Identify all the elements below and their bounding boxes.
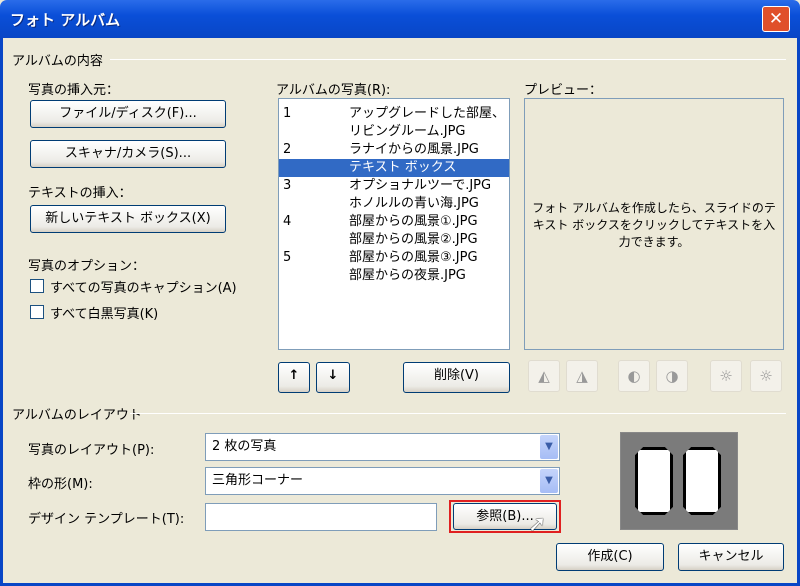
photo-name: テキスト ボックス: [349, 160, 457, 175]
move-down-button[interactable]: ↓: [316, 362, 350, 393]
rotate-right-icon[interactable]: ◮: [566, 360, 598, 392]
contrast-up-icon[interactable]: ◐: [618, 360, 650, 392]
thumbnail-frame: [635, 447, 673, 515]
brightness-up-icon[interactable]: ☼: [710, 360, 742, 392]
brightness-down-icon[interactable]: ☼: [750, 360, 782, 392]
frame-shape-select[interactable]: 三角形コーナー ▼: [205, 467, 560, 495]
photo-list-item[interactable]: リビングルーム.JPG: [279, 123, 509, 141]
album-photos-label: アルバムの写真(R):: [276, 83, 391, 98]
chevron-down-icon[interactable]: ▼: [540, 435, 558, 459]
layout-thumbnail: [620, 432, 738, 530]
insert-text-label: テキストの挿入：: [28, 186, 132, 201]
photo-options-label: 写真のオプション：: [28, 259, 146, 274]
photo-name: 部屋からの風景③.JPG: [349, 250, 478, 265]
close-button[interactable]: ✕: [762, 6, 790, 32]
design-template-label: デザイン テンプレート(T):: [28, 512, 185, 527]
photo-number: 4: [283, 214, 292, 229]
scanner-camera-button[interactable]: スキャナ/カメラ(S)...: [30, 140, 226, 168]
photo-number: 5: [283, 250, 292, 265]
photo-list-item[interactable]: 3 オプショナルツーで.JPG: [279, 177, 509, 195]
caption-checkbox-label[interactable]: すべての写真のキャプション(A): [50, 277, 237, 296]
divider: [130, 413, 786, 414]
photo-number: 3: [283, 178, 292, 193]
chevron-down-icon[interactable]: ▼: [540, 469, 558, 493]
frame-shape-value: 三角形コーナー: [212, 473, 304, 488]
photo-number: 2: [283, 142, 292, 157]
photo-list-item[interactable]: 1 アップグレードした部屋、: [279, 105, 509, 123]
album-photos-list[interactable]: 1 アップグレードした部屋、 リビングルーム.JPG 2 ラナイからの風景.JPG テキス…: [278, 98, 510, 350]
preview-pane: フォト アルバムを作成したら、スライドのテキスト ボックスをクリックしてテキスト…: [524, 98, 784, 350]
picture-layout-value: 2 枚の写真: [212, 439, 277, 454]
window-title: フォト アルバム: [10, 11, 121, 29]
contrast-down-icon[interactable]: ◑: [656, 360, 688, 392]
photo-list-item[interactable]: 4 部屋からの風景①.JPG: [279, 213, 509, 231]
photo-list-item[interactable]: テキスト ボックス: [279, 159, 509, 177]
divider: [110, 59, 786, 60]
frame-shape-label: 枠の形(M):: [28, 477, 93, 492]
photo-name: 部屋からの夜景.JPG: [349, 268, 466, 283]
caption-checkbox[interactable]: [30, 279, 44, 293]
new-textbox-button[interactable]: 新しいテキスト ボックス(X): [30, 205, 226, 233]
delete-button[interactable]: 削除(V): [403, 362, 510, 393]
picture-layout-label: 写真のレイアウト(P):: [28, 443, 155, 458]
photo-name: アップグレードした部屋、: [349, 106, 506, 121]
cancel-button[interactable]: キャンセル: [678, 543, 784, 571]
insert-from-label: 写真の挿入元：: [28, 83, 120, 98]
photo-list-item[interactable]: 部屋からの夜景.JPG: [279, 267, 509, 285]
photo-name: リビングルーム.JPG: [349, 124, 466, 139]
mouse-cursor-icon: ➚: [528, 512, 547, 537]
photo-number: 1: [283, 106, 292, 121]
create-button[interactable]: 作成(C): [556, 543, 664, 571]
photo-name: 部屋からの風景①.JPG: [349, 214, 478, 229]
layout-group-title: アルバムのレイアウト: [12, 408, 142, 423]
bw-checkbox-label[interactable]: すべて白黒写真(K): [50, 303, 158, 322]
photo-name: 部屋からの風景②.JPG: [349, 232, 478, 247]
photo-name: ホノルルの青い海.JPG: [349, 196, 479, 211]
design-template-input[interactable]: [205, 503, 437, 531]
preview-label: プレビュー：: [524, 83, 603, 98]
content-group-title: アルバムの内容: [12, 54, 103, 69]
bw-checkbox[interactable]: [30, 305, 44, 319]
photo-list-item[interactable]: 部屋からの風景②.JPG: [279, 231, 509, 249]
photo-name: ラナイからの風景.JPG: [349, 142, 479, 157]
move-up-button[interactable]: ↑: [278, 362, 310, 393]
photo-list-item[interactable]: 5 部屋からの風景③.JPG: [279, 249, 509, 267]
photo-list-item[interactable]: ホノルルの青い海.JPG: [279, 195, 509, 213]
preview-text: フォト アルバムを作成したら、スライドのテキスト ボックスをクリックしてテキスト…: [532, 200, 776, 249]
photo-name: オプショナルツーで.JPG: [349, 178, 492, 193]
thumbnail-frame: [683, 447, 721, 515]
photo-list-item[interactable]: 2 ラナイからの風景.JPG: [279, 141, 509, 159]
file-disk-button[interactable]: ファイル/ディスク(F)...: [30, 100, 226, 128]
rotate-left-icon[interactable]: ◭: [528, 360, 560, 392]
picture-layout-select[interactable]: 2 枚の写真 ▼: [205, 433, 560, 461]
